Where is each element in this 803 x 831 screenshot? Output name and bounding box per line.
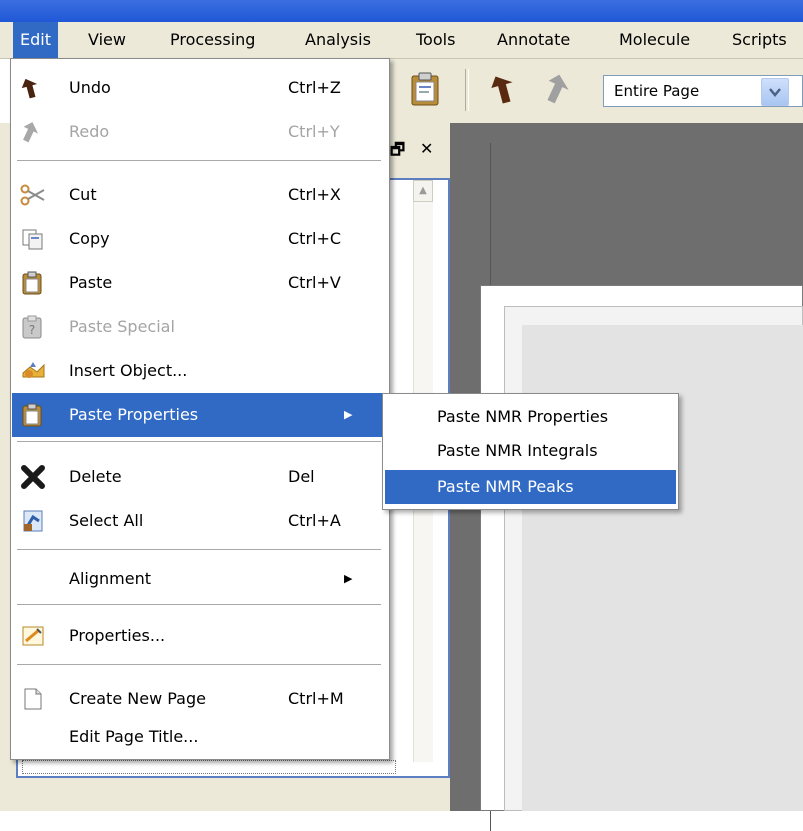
menu-item-shortcut: Ctrl+V: [288, 273, 341, 292]
menu-processing[interactable]: Processing: [163, 22, 262, 58]
redo-icon: [20, 119, 46, 145]
menu-item-shortcut: Del: [288, 467, 315, 486]
undo-icon: [20, 75, 46, 101]
menu-analysis[interactable]: Analysis: [298, 22, 378, 58]
undo-toolbar-button[interactable]: [486, 69, 526, 109]
menu-item-undo[interactable]: Undo Ctrl+Z: [12, 66, 388, 110]
submenu-item-paste-nmr-properties[interactable]: Paste NMR Properties: [385, 400, 676, 434]
chevron-right-icon: ▶: [344, 408, 353, 421]
menu-item-redo[interactable]: Redo Ctrl+Y: [12, 110, 388, 154]
dock-panel-header: 🗗 ✕: [388, 135, 448, 165]
menu-item-insert-object[interactable]: Insert Object...: [12, 349, 388, 393]
redo-icon: [547, 74, 569, 104]
chevron-down-icon[interactable]: [761, 78, 789, 106]
menu-item-label: Cut: [69, 185, 97, 204]
menu-item-cut[interactable]: Cut Ctrl+X: [12, 173, 388, 217]
menu-item-shortcut: Ctrl+A: [288, 511, 341, 530]
toolbar: Entire Page: [388, 59, 803, 124]
menu-item-label: Copy: [69, 229, 110, 248]
insert-object-icon: [20, 358, 46, 384]
submenu-item-paste-nmr-peaks[interactable]: Paste NMR Peaks: [385, 470, 676, 504]
menu-item-label: Alignment: [69, 569, 151, 588]
menu-item-label: Paste: [69, 273, 113, 292]
menu-item-copy[interactable]: Copy Ctrl+C: [12, 217, 388, 261]
paste-properties-submenu: Paste NMR Properties Paste NMR Integrals…: [382, 393, 679, 510]
delete-icon: [20, 464, 46, 490]
paste-special-icon: ?: [20, 314, 46, 340]
paste-toolbar-button[interactable]: [406, 69, 446, 109]
restore-window-icon[interactable]: 🗗: [390, 139, 405, 166]
menu-item-paste-special[interactable]: ? Paste Special: [12, 305, 388, 349]
menu-separator: [17, 549, 381, 551]
menu-bar: Edit View Processing Analysis Tools Anno…: [0, 22, 803, 59]
redo-toolbar-button[interactable]: [540, 69, 580, 109]
menu-item-label: Paste Properties: [69, 405, 199, 424]
menu-view[interactable]: View: [81, 22, 133, 58]
menu-item-edit-page-title[interactable]: Edit Page Title...: [12, 715, 388, 759]
menu-item-alignment[interactable]: Alignment ▶: [12, 557, 388, 601]
new-page-icon: [20, 686, 46, 712]
menu-edit[interactable]: Edit: [13, 22, 58, 58]
menu-molecule[interactable]: Molecule: [612, 22, 697, 58]
svg-text:?: ?: [29, 323, 35, 337]
page-list-focus-item[interactable]: [22, 760, 396, 774]
menu-separator: [17, 664, 381, 666]
toolbar-separator: [465, 69, 469, 111]
menu-scripts[interactable]: Scripts: [725, 22, 794, 58]
scroll-up-icon[interactable]: ▲: [413, 180, 433, 202]
menu-item-shortcut: Ctrl+X: [288, 185, 341, 204]
paste-icon: [411, 72, 439, 106]
menu-item-label: Properties...: [69, 626, 166, 645]
properties-icon: [20, 623, 46, 649]
menu-separator: [17, 604, 381, 606]
edit-menu: Undo Ctrl+Z Redo Ctrl+Y Cut Ctrl+X Copy …: [10, 58, 390, 760]
copy-icon: [20, 226, 46, 252]
scissors-icon: [20, 182, 46, 208]
menu-tools[interactable]: Tools: [409, 22, 462, 58]
menu-separator: [17, 160, 381, 162]
title-bar-strip: [0, 0, 803, 22]
menu-item-label: Edit Page Title...: [69, 727, 199, 746]
zoom-select[interactable]: Entire Page: [603, 75, 803, 107]
menu-item-shortcut: Ctrl+C: [288, 229, 342, 248]
menu-item-label: Select All: [69, 511, 144, 530]
menu-item-label: Undo: [69, 78, 111, 97]
menu-item-properties[interactable]: Properties...: [12, 614, 388, 658]
chevron-right-icon: ▶: [344, 572, 353, 585]
menu-item-paste-properties[interactable]: Paste Properties ▶: [12, 393, 388, 437]
submenu-item-paste-nmr-integrals[interactable]: Paste NMR Integrals: [385, 434, 676, 468]
menu-item-delete[interactable]: Delete Del: [12, 455, 388, 499]
menu-item-label: Paste Special: [69, 317, 175, 336]
menu-separator: [17, 441, 381, 443]
menu-item-select-all[interactable]: Select All Ctrl+A: [12, 499, 388, 543]
menu-item-label: Delete: [69, 467, 122, 486]
zoom-select-value: Entire Page: [614, 82, 700, 100]
paste-properties-icon: [20, 402, 46, 428]
menu-item-shortcut: Ctrl+Z: [288, 78, 341, 97]
close-icon[interactable]: ✕: [420, 139, 433, 158]
menu-item-label: Insert Object...: [69, 361, 188, 380]
menu-item-paste[interactable]: Paste Ctrl+V: [12, 261, 388, 305]
menu-annotate[interactable]: Annotate: [490, 22, 577, 58]
paste-icon: [20, 270, 46, 296]
select-all-icon: [20, 508, 46, 534]
menu-item-label: Redo: [69, 122, 110, 141]
undo-icon: [491, 76, 513, 104]
menu-item-shortcut: Ctrl+Y: [288, 122, 340, 141]
